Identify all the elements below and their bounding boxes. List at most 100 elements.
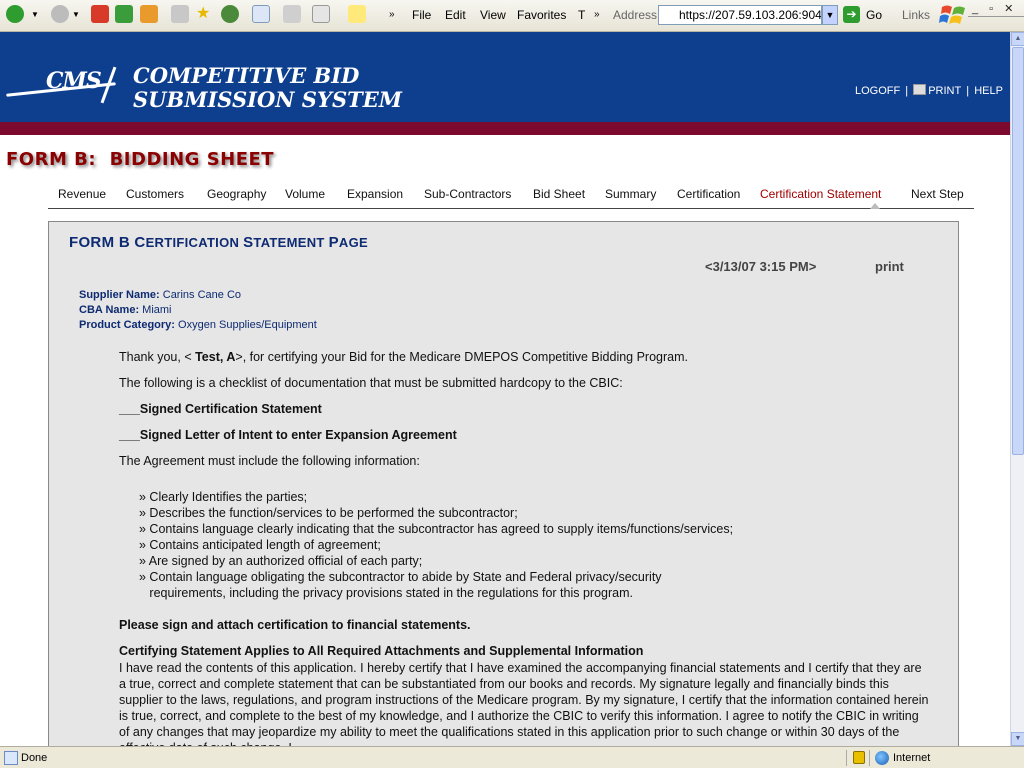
page-title-part: TATEMENT [253, 235, 329, 250]
lock-icon[interactable] [853, 751, 865, 764]
print-icon[interactable] [283, 5, 301, 23]
tab-customers[interactable]: Customers [126, 187, 184, 201]
page-title: FORM B CERTIFICATION STATEMENT PAGE [69, 234, 368, 251]
tab-expansion[interactable]: Expansion [347, 187, 403, 201]
agreement-bullet: » Contains anticipated length of agreeme… [139, 538, 381, 552]
status-separator [846, 750, 847, 766]
favorites-star-icon[interactable]: ★ [196, 4, 210, 24]
agreement-bullet: » Describes the function/services to be … [139, 506, 518, 520]
sign-note: Please sign and attach certification to … [119, 618, 471, 632]
back-icon[interactable] [6, 5, 24, 23]
status-text: Done [21, 752, 48, 764]
scroll-down-icon[interactable]: ▼ [1011, 732, 1024, 746]
links-label[interactable]: Links [902, 5, 930, 25]
ie-search-box[interactable] [968, 16, 1024, 28]
page-title-part: S [243, 234, 254, 251]
menu-edit[interactable]: Edit [445, 5, 466, 25]
site-title-line1: COMPETITIVE BID [133, 63, 360, 88]
thanks-line: Thank you, < Test, A>, for certifying yo… [119, 350, 688, 364]
tab-sub-contractors[interactable]: Sub-Contractors [424, 187, 511, 201]
cba-name-row: CBA Name: Miami [79, 303, 317, 318]
content-panel: FORM B CERTIFICATION STATEMENT PAGE <3/1… [48, 221, 959, 751]
menu-file[interactable]: File [412, 5, 431, 25]
logoff-link[interactable]: LOGOFF [855, 85, 900, 97]
bidder-info: Bidder: Carins Cane Co ( 1003105 ) [789, 140, 995, 152]
print-page-link[interactable]: print [875, 259, 904, 274]
product-category-row: Product Category: Oxygen Supplies/Equipm… [79, 318, 317, 333]
cert-heading: Certifying Statement Applies to All Requ… [119, 644, 644, 658]
stop-icon[interactable] [91, 5, 109, 23]
checklist-item-letter: ___Signed Letter of Intent to enter Expa… [119, 428, 457, 442]
page-title-part: P [328, 234, 339, 251]
page-title-part: ERTIFICATION [145, 235, 244, 250]
tab-volume[interactable]: Volume [285, 187, 325, 201]
header-links: LOGOFF | PRINT | HELP [854, 84, 1004, 97]
vertical-scrollbar[interactable]: ▲ ▼ [1010, 32, 1024, 746]
history-icon[interactable] [221, 5, 239, 23]
search-icon[interactable] [171, 5, 189, 23]
logo-text: CMS [46, 68, 102, 94]
home-icon[interactable] [140, 5, 158, 23]
menu-overflow-icon[interactable]: » [594, 5, 600, 25]
address-dropdown-icon[interactable]: ▼ [822, 5, 838, 25]
tab-next-step[interactable]: Next Step [911, 187, 964, 201]
form-title: FORM B: BIDDING SHEET [6, 149, 275, 170]
mail-icon[interactable] [252, 5, 270, 23]
browser-toolbar: ▼ ▼ ★ » File Edit View Favorites T » Add… [0, 0, 1024, 32]
internet-zone-icon [875, 751, 889, 765]
thanks-post: >, for certifying your Bid for the Medic… [235, 350, 689, 364]
site-header: CMS COMPETITIVE BID SUBMISSION SYSTEM LO… [0, 32, 1010, 152]
status-bar: Done Internet [0, 746, 1024, 768]
window-controls-icon[interactable]: _ ▫ ✕ [972, 2, 1017, 15]
forward-icon[interactable] [51, 5, 69, 23]
supplier-name-value: Carins Cane Co [162, 289, 242, 301]
bidder-label: Bidder: [789, 140, 828, 152]
forward-dropdown-icon[interactable]: ▼ [72, 5, 80, 25]
site-title-line2: SUBMISSION SYSTEM [133, 87, 402, 112]
cba-name-label: CBA Name: [79, 304, 140, 316]
printer-icon[interactable] [913, 84, 927, 95]
go-button[interactable]: Go [866, 5, 882, 25]
status-separator [869, 750, 870, 766]
toolbar-overflow-icon[interactable]: » [389, 5, 395, 25]
print-link[interactable]: PRINT [928, 85, 961, 97]
menu-view[interactable]: View [480, 5, 506, 25]
supplier-name-label: Supplier Name: [79, 289, 160, 301]
product-category-value: Oxygen Supplies/Equipment [178, 319, 317, 331]
active-tab-caret-icon [870, 203, 880, 209]
link-separator: | [966, 85, 970, 97]
help-link[interactable]: HELP [974, 85, 1003, 97]
tab-certification[interactable]: Certification [677, 187, 740, 201]
tab-geography[interactable]: Geography [207, 187, 266, 201]
bidder-value: Carins Cane Co ( 1003105 ) [839, 140, 996, 152]
menu-tools[interactable]: T [578, 5, 585, 25]
thanks-pre: Thank you, < [119, 350, 196, 364]
tab-revenue[interactable]: Revenue [58, 187, 106, 201]
scroll-up-icon[interactable]: ▲ [1011, 32, 1024, 46]
page-title-part: AGE [338, 235, 368, 250]
go-arrow-icon[interactable]: ➔ [843, 6, 860, 23]
cba-name-value: Miami [142, 304, 172, 316]
cert-text: I have read the contents of this applica… [119, 661, 929, 750]
cms-logo: CMS [6, 62, 122, 108]
address-input[interactable]: https://207.59.103.206:9045 [658, 5, 822, 25]
supplier-info: Supplier Name: Carins Cane Co CBA Name: … [79, 288, 317, 333]
form-nav: Revenue Customers Geography Volume Expan… [48, 183, 974, 209]
edit-icon[interactable] [312, 5, 330, 23]
agreement-bullet: » Contain language obligating the subcon… [139, 570, 662, 584]
tab-certification-statement[interactable]: Certification Statement [760, 187, 881, 201]
product-category-label: Product Category: [79, 319, 175, 331]
thanks-name: Test, A [195, 350, 236, 364]
agreement-bullet: » Contains language clearly indicating t… [139, 522, 734, 536]
menu-favorites[interactable]: Favorites [517, 5, 566, 25]
refresh-icon[interactable] [115, 5, 133, 23]
notes-icon[interactable] [348, 5, 366, 23]
scroll-thumb[interactable] [1012, 47, 1024, 455]
agreement-intro: The Agreement must include the following… [119, 454, 420, 468]
tab-summary[interactable]: Summary [605, 187, 656, 201]
back-dropdown-icon[interactable]: ▼ [31, 5, 39, 25]
checklist-intro: The following is a checklist of document… [119, 376, 623, 390]
agreement-bullet: » Clearly Identifies the parties; [139, 490, 308, 504]
tab-bid-sheet[interactable]: Bid Sheet [533, 187, 585, 201]
page-done-icon [4, 751, 18, 765]
